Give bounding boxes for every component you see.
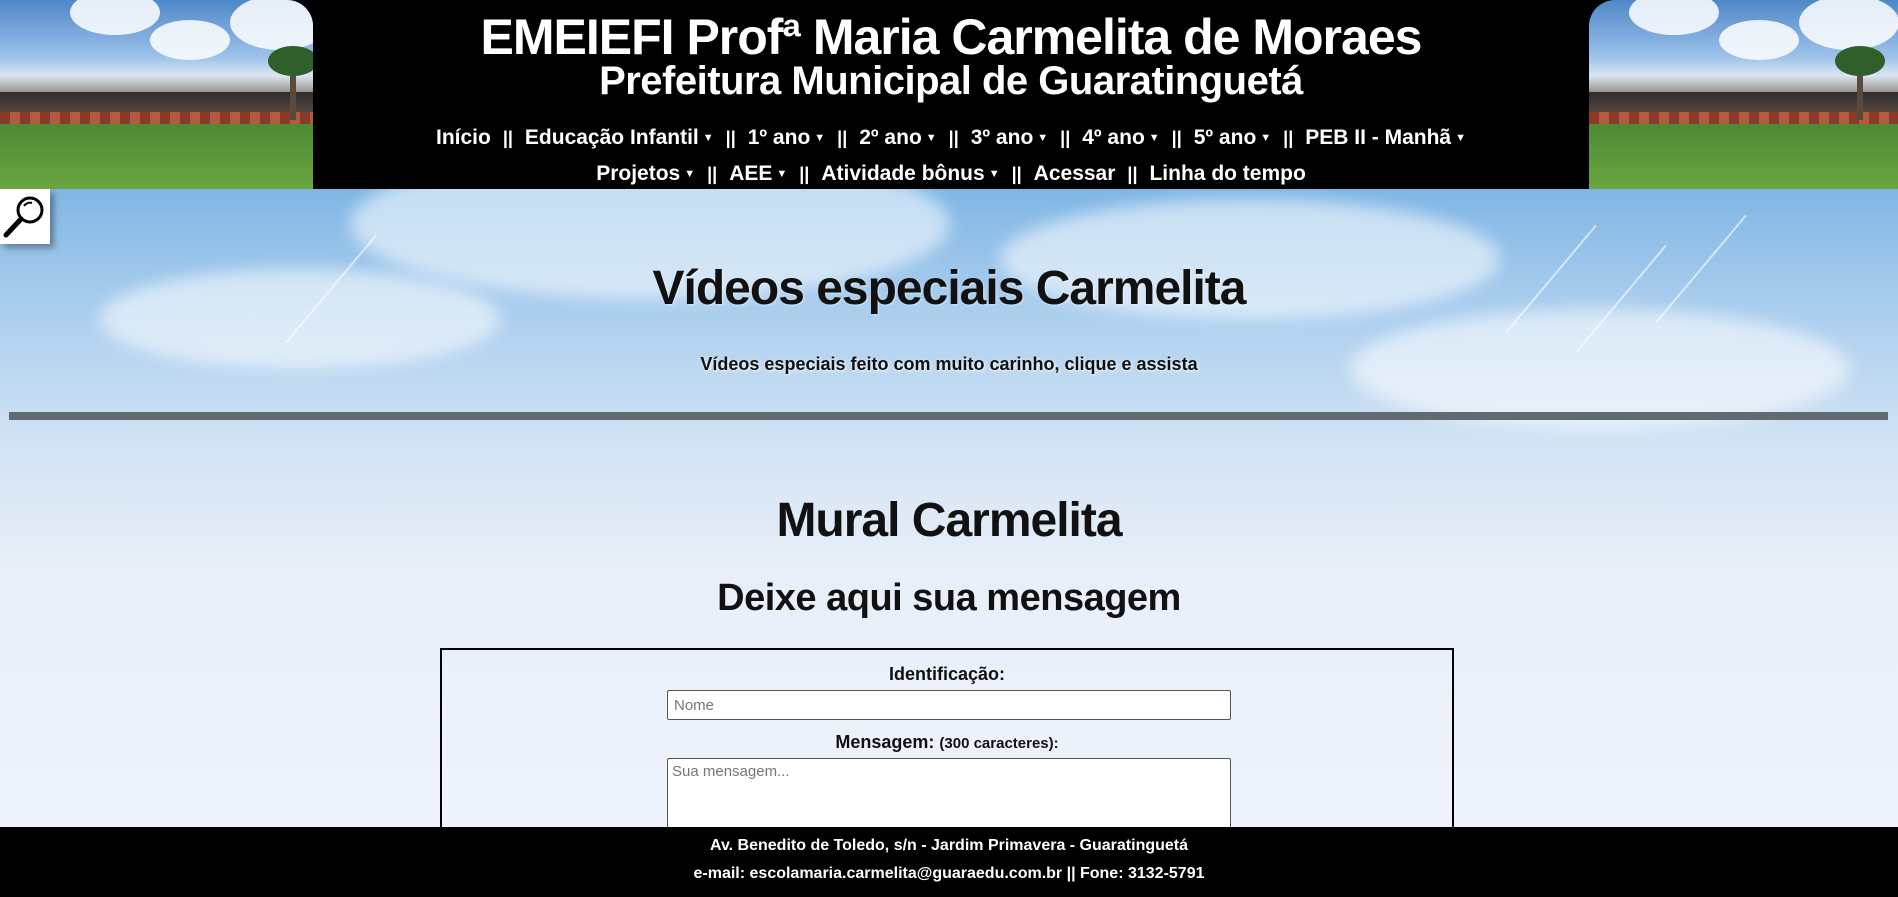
nav-item-label: 3º ano [970,126,1034,149]
nav-item-label: PEB II - Manhã [1305,126,1452,149]
nav-separator: || [948,128,959,148]
nav-item-atividade-bonus[interactable]: Atividade bônus ▼ [821,156,999,192]
caret-down-icon: ▼ [1260,131,1272,144]
footer-address: Av. Benedito de Toledo, s/n - Jardim Pri… [709,837,1189,854]
videos-section-description: Vídeos especiais feito com muito carinho… [700,354,1198,374]
nav-item-label: 2º ano [859,126,922,149]
caret-down-icon: ▼ [925,131,937,144]
nav-item-inicio[interactable]: Início [436,120,491,155]
caret-down-icon: ▼ [1148,131,1160,144]
site-subtitle: Prefeitura Municipal de Guaratinguetá [599,59,1303,103]
caret-down-icon: ▼ [988,167,1000,180]
nav-row-1: Início || Educação Infantil ▼ || 1º ano ▼ || 2º … [313,120,1589,156]
main-navigation: Início || Educação Infantil ▼ || 1º ano ▼ || 2º … [313,120,1589,192]
caret-down-icon: ▼ [814,131,826,144]
nav-separator: || [1127,164,1138,184]
main-content: Vídeos especiais Carmelita Vídeos especi… [0,189,1898,827]
nav-item-acessar[interactable]: Acessar [1034,156,1116,191]
site-header: EMEIEFI Profª Maria Carmelita de Moraes … [0,0,1898,189]
name-input[interactable] [667,690,1231,720]
nav-item-4-ano[interactable]: 4º ano ▼ [1082,120,1159,156]
nav-separator: || [837,128,848,148]
caret-down-icon: ▼ [1455,131,1466,144]
search-button[interactable] [0,189,50,244]
message-textarea[interactable] [667,758,1231,827]
mural-subtitle: Deixe aqui sua mensagem [717,577,1181,619]
caret-down-icon: ▼ [684,167,696,180]
nav-item-label: Atividade bônus [821,162,985,185]
message-label: Mensagem: [835,732,935,752]
nav-separator: || [799,164,810,184]
nav-item-1-ano[interactable]: 1º ano ▼ [748,120,825,156]
nav-item-label: Linha do tempo [1149,162,1306,185]
nav-separator: || [1283,128,1294,148]
nav-item-label: Educação Infantil [524,126,699,149]
nav-item-label: 4º ano [1082,126,1145,149]
nav-item-label: 1º ano [747,126,811,149]
nav-item-educacao-infantil[interactable]: Educação Infantil ▼ [525,120,714,156]
message-limit-label: (300 caracteres): [939,735,1059,752]
nav-item-aee[interactable]: AEE ▼ [729,156,787,192]
nav-item-projetos[interactable]: Projetos ▼ [596,156,695,192]
videos-section-title: Vídeos especiais Carmelita [652,262,1247,315]
mural-title: Mural Carmelita [776,494,1122,547]
identification-label: Identificação: [888,664,1006,684]
caret-down-icon: ▼ [702,131,714,144]
nav-item-label: Projetos [596,162,681,185]
nav-row-2: Projetos ▼ || AEE ▼ || Atividade bônus ▼ || Acess… [313,156,1589,192]
site-footer: Av. Benedito de Toledo, s/n - Jardim Pri… [0,827,1898,897]
nav-item-linha-do-tempo[interactable]: Linha do tempo [1149,156,1305,191]
nav-separator: || [1011,164,1022,184]
nav-item-label: Acessar [1033,162,1116,185]
nav-separator: || [707,164,718,184]
school-photo-right [1589,0,1898,189]
nav-separator: || [1171,128,1182,148]
nav-item-label: AEE [729,162,773,185]
magnifier-icon [3,196,44,238]
nav-separator: || [1060,128,1071,148]
nav-item-5-ano[interactable]: 5º ano ▼ [1194,120,1271,156]
nav-item-peb-ii-manha[interactable]: PEB II - Manhã ▼ [1305,120,1466,156]
nav-item-label: 5º ano [1193,126,1257,149]
nav-separator: || [725,128,736,148]
message-form: Identificação: Mensagem: (300 caracteres… [440,648,1454,827]
footer-contact: e-mail: escolamaria.carmelita@guaraedu.c… [693,865,1205,882]
caret-down-icon: ▼ [776,167,788,180]
nav-item-3-ano[interactable]: 3º ano ▼ [971,120,1048,156]
nav-item-label: Início [435,126,491,149]
caret-down-icon: ▼ [1037,131,1049,144]
nav-separator: || [502,128,513,148]
message-label-row: Mensagem: (300 caracteres): [442,732,1452,753]
school-photo-left [0,0,313,189]
nav-item-2-ano[interactable]: 2º ano ▼ [859,120,936,156]
section-divider [9,412,1888,420]
